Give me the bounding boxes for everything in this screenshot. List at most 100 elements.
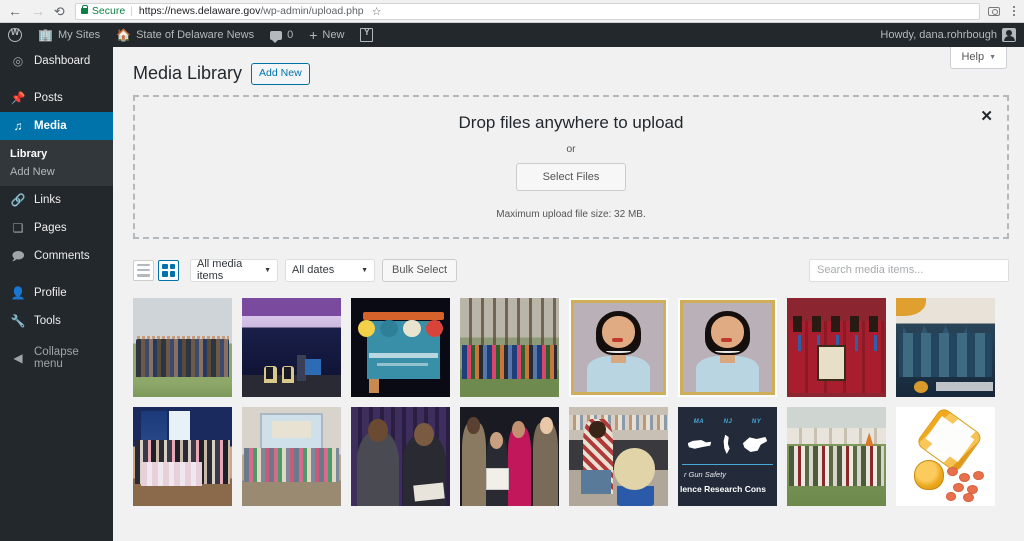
howdy-label: Howdy, dana.rohrbough [880,29,997,41]
reload-icon[interactable]: ⟳ [54,4,65,19]
media-grid: MA NJ NY r Gun Safety lence Research Con… [133,297,1009,506]
profile-icon: 👤 [10,286,26,300]
browser-toolbar: ← → ⟳ Secure | https://news.delaware.gov… [0,0,1024,23]
gunsafety-line-2: lence Research Cons [679,483,766,494]
sidebar-item-links[interactable]: 🔗 Links [0,186,113,214]
media-item[interactable] [133,297,232,397]
massachusetts-shape-icon [687,440,712,449]
thumbnail-mural-painting [896,297,995,397]
url-path: /wp-admin/upload.php [260,5,364,17]
yoast-seo-icon [360,27,374,42]
forward-arrow-icon[interactable]: → [31,4,45,18]
menu-separator [0,75,113,84]
media-item[interactable]: MA NJ NY r Gun Safety lence Research Con… [678,406,777,506]
gunsafety-line-1: r Gun Safety [683,470,727,480]
new-jersey-shape-icon [723,434,730,455]
account-menu[interactable]: Howdy, dana.rohrbough [872,23,1024,47]
browser-actions [980,5,1019,17]
new-york-shape-icon [742,436,768,452]
date-filter[interactable]: All dates ▼ [285,258,375,282]
media-item[interactable] [787,297,886,397]
camera-icon[interactable] [987,6,1000,16]
home-icon: 🏠 [116,28,132,42]
media-item[interactable] [242,406,341,506]
media-item[interactable] [460,297,559,397]
main-content: Help ▼ Media Library Add New ✕ Drop file… [113,47,1024,541]
bulk-select-button[interactable]: Bulk Select [382,258,458,282]
media-item[interactable] [351,297,450,397]
media-type-filter[interactable]: All media items ▼ [190,258,278,282]
menu-separator [0,335,113,344]
comment-count: 0 [287,29,294,41]
wp-logo-menu[interactable] [0,23,30,47]
media-item[interactable] [787,406,886,506]
comment-bubble-icon [270,30,283,43]
sidebar-item-pages[interactable]: ❑ Pages [0,214,113,242]
list-view-icon[interactable] [133,259,154,281]
media-item[interactable] [460,406,559,506]
kebab-menu-icon[interactable] [1010,5,1019,17]
sidebar-item-label: Comments [34,250,90,262]
media-item[interactable] [896,406,995,506]
search-input[interactable] [809,258,1009,282]
sidebar-item-dashboard[interactable]: ◎ Dashboard [0,47,113,75]
secure-label: Secure [91,5,126,17]
dashboard-icon: ◎ [12,54,24,68]
help-tab[interactable]: Help ▼ [950,47,1007,69]
bookmark-star-icon[interactable]: ☆ [372,5,382,18]
thumbnail-gun-safety-consortium: MA NJ NY r Gun Safety lence Research Con… [678,406,777,506]
media-item[interactable] [351,406,450,506]
sidebar-item-collapse-menu[interactable]: ◀ Collapse menu [0,344,113,372]
help-label: Help [961,51,985,63]
sidebar-item-label: Media [34,120,67,132]
tools-icon: 🔧 [10,314,26,328]
comments-menu[interactable]: 0 [262,23,301,47]
thumbnail-award-ceremony-banner [133,406,232,506]
site-name-menu[interactable]: 🏠 State of Delaware News [108,23,262,47]
sidebar-item-tools[interactable]: 🔧 Tools [0,307,113,335]
sites-icon: 🏢 [38,28,53,42]
sidebar-item-label: Pages [34,222,67,234]
yoast-menu[interactable] [352,23,381,47]
menu-separator [0,270,113,279]
sidebar-item-label: Collapse menu [34,346,79,370]
site-name-label: State of Delaware News [136,29,255,41]
thumbnail-team-field-photo [787,406,886,506]
collapse-icon: ◀ [13,351,23,365]
my-sites-menu[interactable]: 🏢 My Sites [30,23,108,47]
sidebar-item-add-new[interactable]: Add New [0,163,113,181]
url-host: https://news.delaware.gov [138,5,261,17]
media-item[interactable] [242,297,341,397]
sidebar-item-media[interactable]: ♫ Media [0,112,121,140]
media-item[interactable] [133,406,232,506]
new-content-menu[interactable]: + New [301,23,352,47]
thumbnail-portrait-2 [678,297,777,397]
pin-icon: 📌 [10,91,26,105]
sidebar-item-profile[interactable]: 👤 Profile [0,279,113,307]
address-bar[interactable]: Secure | https://news.delaware.gov/wp-ad… [74,2,980,20]
media-item[interactable] [569,297,668,397]
media-item[interactable] [896,297,995,397]
max-upload-size-note: Maximum upload file size: 32 MB. [496,209,646,221]
state-label-nj: NJ [723,418,733,425]
thumbnail-children-stage [242,406,341,506]
sidebar-item-comments[interactable]: 🗩 Comments [0,242,113,270]
view-switch [133,259,179,281]
page-title: Media Library [133,63,243,84]
chevron-down-icon: ▼ [989,53,996,61]
grid-view-icon[interactable] [158,259,179,281]
sidebar-item-library[interactable]: Library [0,145,113,163]
chevron-down-icon: ▼ [264,266,271,274]
sidebar-item-label: Dashboard [34,55,91,67]
wordpress-logo-icon [8,27,22,42]
close-icon[interactable]: ✕ [980,109,993,124]
back-arrow-icon[interactable]: ← [8,4,22,18]
lock-icon [80,5,89,14]
media-item[interactable] [678,297,777,397]
select-files-button[interactable]: Select Files [515,163,627,192]
sidebar-item-posts[interactable]: 📌 Posts [0,84,113,112]
media-item[interactable] [569,406,668,506]
upload-dropzone[interactable]: ✕ Drop files anywhere to upload or Selec… [133,94,1009,239]
sidebar-item-label: Tools [34,315,61,327]
add-new-button[interactable]: Add New [251,63,310,85]
